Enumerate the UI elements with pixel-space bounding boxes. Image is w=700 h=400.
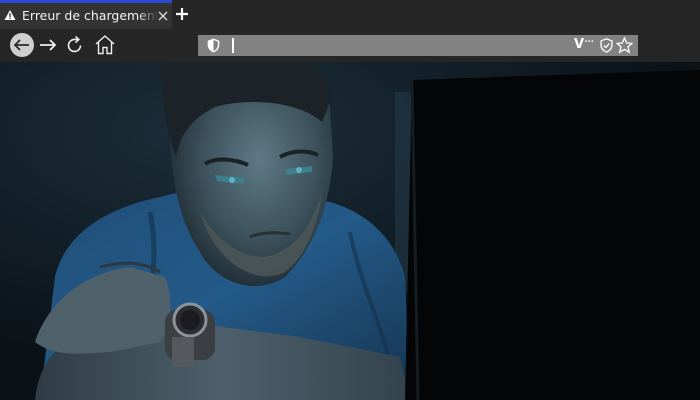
close-tab-icon[interactable] (158, 11, 168, 21)
new-tab-icon[interactable] (174, 6, 190, 22)
active-tab[interactable]: Erreur de chargement de la page (0, 3, 172, 29)
man-at-laptop-photo (0, 62, 700, 400)
text-caret (232, 38, 234, 53)
warning-icon (4, 10, 16, 20)
browser-chrome: Erreur de chargement de la page V ··· (0, 0, 700, 62)
address-bar[interactable]: V ··· (198, 35, 638, 56)
page-content-photo (0, 62, 700, 400)
more-options-icon[interactable]: ··· (584, 35, 594, 50)
bookmark-star-icon[interactable] (616, 37, 633, 54)
reload-icon[interactable] (63, 33, 87, 57)
tab-title: Erreur de chargement de la page (22, 8, 158, 23)
back-arrow-icon[interactable] (10, 33, 34, 57)
home-icon[interactable] (93, 33, 117, 57)
forward-arrow-icon[interactable] (36, 33, 60, 57)
url-input[interactable] (236, 37, 536, 54)
vpn-icon[interactable]: V (574, 37, 584, 52)
shield-check-icon[interactable] (600, 38, 613, 53)
shield-icon[interactable] (207, 38, 220, 53)
